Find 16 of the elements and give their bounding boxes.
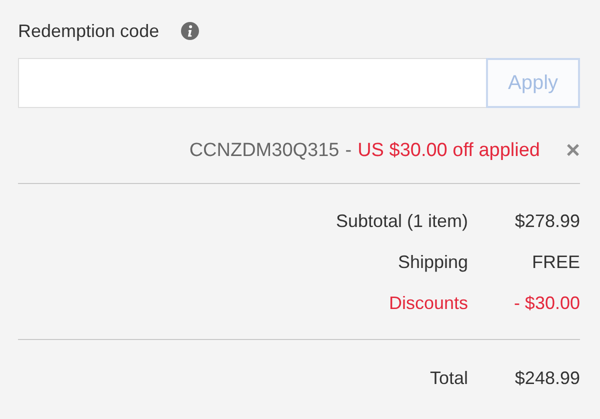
- summary-value: $278.99: [514, 210, 580, 232]
- close-button[interactable]: ×: [566, 139, 580, 163]
- summary-label: Subtotal (1 item): [334, 210, 468, 232]
- total-value: $248.99: [514, 368, 580, 388]
- apply-button[interactable]: Apply: [486, 58, 580, 108]
- code-input-field[interactable]: Apply: [18, 58, 580, 108]
- separator: -: [345, 140, 352, 162]
- summary-value: - $30.00: [512, 292, 580, 314]
- summary-label: Discounts: [388, 292, 468, 314]
- info-icon[interactable]: [181, 22, 200, 40]
- discount-message: US $30.00 off applied: [358, 140, 540, 162]
- coupon-code: CCNZDM30Q315: [189, 140, 340, 162]
- summary-label: Shipping: [396, 252, 468, 272]
- total-label: Total: [428, 368, 468, 388]
- summary-value: FREE: [530, 252, 580, 272]
- field-label: Redemption code: [18, 20, 160, 42]
